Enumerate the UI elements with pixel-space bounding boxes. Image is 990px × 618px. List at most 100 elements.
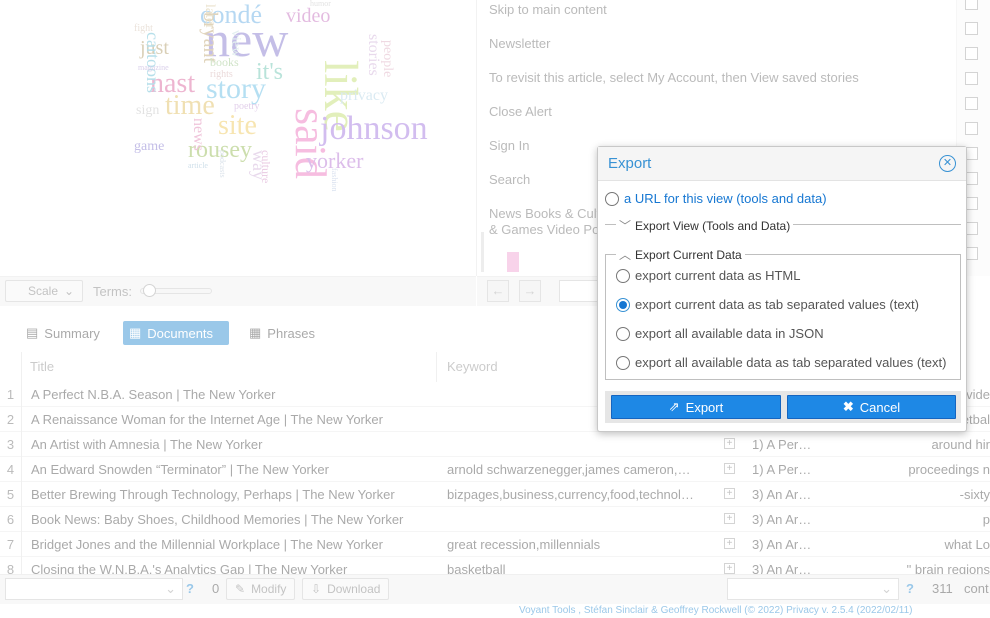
app-window: new condé video like said johnson yorker story n… — [0, 0, 990, 618]
row-checkbox[interactable] — [965, 22, 978, 35]
row-number: 8 — [0, 557, 22, 574]
row-checkbox[interactable] — [965, 97, 978, 110]
table-icon: ▦ — [249, 325, 262, 340]
row-number: 7 — [0, 532, 22, 557]
footer: Voyant Tools , Stéfan Sinclair & Geoffre… — [0, 604, 990, 618]
export-option-label[interactable]: export current data as tab separated val… — [635, 297, 919, 312]
row-number-header — [0, 352, 22, 382]
table-row[interactable]: 6 Book News: Baby Shoes, Childhood Memori… — [0, 507, 990, 532]
reader-text-line: Search — [489, 172, 531, 187]
cloud-word[interactable]: sign — [136, 104, 159, 118]
row-checkbox[interactable] — [965, 122, 978, 135]
cancel-button[interactable]: ✖ Cancel — [787, 395, 956, 419]
context-select[interactable]: ⌄ — [727, 578, 899, 600]
filter-select[interactable]: ⌄ — [5, 578, 183, 600]
export-view-legend[interactable]: ﹀ Export View (Tools and Data) — [616, 217, 794, 234]
export-button[interactable]: ⇗ Export — [611, 395, 781, 419]
help-icon[interactable]: ? — [906, 581, 914, 596]
help-icon[interactable]: ? — [186, 581, 194, 596]
cloud-word[interactable]: later — [202, 4, 217, 29]
export-option-radio[interactable] — [616, 269, 630, 283]
cloud-word[interactable]: fight — [134, 24, 153, 34]
expand-icon[interactable]: + — [724, 538, 735, 549]
scale-button[interactable]: Scale ⌄ — [5, 280, 83, 302]
cloud-word[interactable]: news — [190, 118, 207, 151]
dialog-title: Export — [608, 155, 652, 172]
expand-icon[interactable]: + — [724, 438, 735, 449]
cloud-word[interactable]: it's — [256, 60, 283, 84]
cloud-toolbar: Scale ⌄ Terms: — [0, 276, 476, 306]
doc-title-cell: Bridget Jones and the Millennial Workpla… — [31, 537, 383, 552]
reader-scrollbar[interactable] — [481, 232, 484, 272]
title-column-header[interactable]: Title — [22, 352, 437, 382]
cloud-word[interactable]: culture — [259, 150, 273, 183]
next-arrow-icon[interactable]: → — [519, 280, 541, 302]
url-option-label[interactable]: a URL for this view (tools and data) — [624, 191, 827, 206]
cloud-word[interactable]: privacy — [340, 88, 388, 104]
row-checkbox[interactable] — [965, 0, 978, 10]
footer-credits[interactable]: Voyant Tools , Stéfan Sinclair & Geoffre… — [519, 605, 913, 616]
cloud-word[interactable]: poetry — [234, 102, 260, 112]
table-row[interactable]: 5 Better Brewing Through Technology, Perh… — [0, 482, 990, 507]
download-button[interactable]: ⇩ Download — [302, 578, 390, 600]
export-option-label[interactable]: export all available data in JSON — [635, 326, 824, 341]
prev-arrow-icon[interactable]: ← — [487, 280, 509, 302]
slider-thumb[interactable] — [143, 284, 156, 297]
context-doc-cell: 3) An Ar… — [752, 487, 812, 502]
selection-count: 0 — [212, 581, 220, 596]
table-row[interactable]: 3 An Artist with Amnesia | The New Yorker… — [0, 432, 990, 457]
export-option-label[interactable]: export all available data as tab separat… — [635, 355, 946, 370]
dialog-header[interactable]: Export ✕ — [598, 147, 966, 181]
modify-button[interactable]: ✎ Modify — [226, 578, 296, 600]
cloud-word[interactable]: rights — [210, 70, 233, 80]
cloud-word[interactable]: johnson — [320, 112, 428, 146]
row-number: 3 — [0, 432, 22, 457]
context-text-cell: what Lo — [944, 537, 990, 552]
expand-icon[interactable]: + — [724, 488, 735, 499]
row-checkbox[interactable] — [965, 72, 978, 85]
scale-label: Scale — [28, 284, 59, 298]
table-row[interactable]: 4 An Edward Snowden “Terminator” | The Ne… — [0, 457, 990, 482]
chevron-down-icon: ﹀ — [619, 219, 632, 233]
table-row[interactable]: 7 Bridget Jones and the Millennial Workpl… — [0, 532, 990, 557]
cloud-word[interactable]: podcasts — [218, 150, 227, 178]
export-option-radio[interactable] — [616, 298, 630, 312]
terms-label: Terms: — [93, 284, 132, 299]
cloud-word[interactable]: stories — [365, 34, 382, 76]
cloud-word[interactable]: site — [218, 112, 257, 140]
context-doc-cell: 1) A Per… — [752, 437, 812, 452]
context-doc-cell: 3) An Ar… — [752, 512, 812, 527]
table-row[interactable]: 8 Closing the W.N.B.A.'s Analytics Gap | … — [0, 557, 990, 574]
close-icon[interactable]: ✕ — [939, 155, 956, 172]
current-data-legend[interactable]: ︿ Export Current Data — [616, 246, 745, 263]
reader-text-line: To revisit this article, select My Accou… — [489, 70, 859, 85]
export-option-radio[interactable] — [616, 327, 630, 341]
expand-icon[interactable]: + — [724, 463, 735, 474]
row-checkbox[interactable] — [965, 47, 978, 60]
reader-text-line: Skip to main content — [489, 2, 607, 17]
summary-icon: ▤ — [26, 325, 39, 340]
cloud-word[interactable]: video — [286, 6, 330, 26]
terms-slider[interactable] — [140, 284, 212, 297]
tab-phrases[interactable]: ▦ Phrases — [243, 321, 321, 345]
cloud-word[interactable]: time — [165, 92, 215, 120]
cloud-word[interactable]: fashion — [330, 168, 339, 192]
expand-icon[interactable]: + — [724, 513, 735, 524]
export-option-radio[interactable] — [616, 356, 630, 370]
cloud-word[interactable]: view — [228, 30, 243, 57]
cloud-word[interactable]: magazine — [138, 64, 169, 72]
cloud-word[interactable]: books — [210, 56, 239, 68]
cloud-word[interactable]: humor — [310, 0, 331, 8]
cloud-word[interactable]: article — [188, 162, 208, 170]
cancel-icon: ✖ — [842, 399, 854, 414]
export-option-label[interactable]: export current data as HTML — [635, 268, 800, 283]
doc-title-cell: A Perfect N.B.A. Season | The New Yorker — [31, 387, 276, 402]
word-cloud[interactable]: new condé video like said johnson yorker story n… — [110, 0, 460, 230]
context-text-cell: p — [982, 512, 990, 527]
expand-icon[interactable]: + — [724, 563, 735, 574]
cloud-word[interactable]: game — [134, 140, 164, 154]
url-option-radio[interactable] — [605, 192, 619, 206]
cloud-word[interactable]: people — [380, 40, 395, 77]
tab-summary[interactable]: ▤ Summary — [20, 321, 106, 345]
tab-documents[interactable]: ▦ Documents — [123, 321, 229, 345]
